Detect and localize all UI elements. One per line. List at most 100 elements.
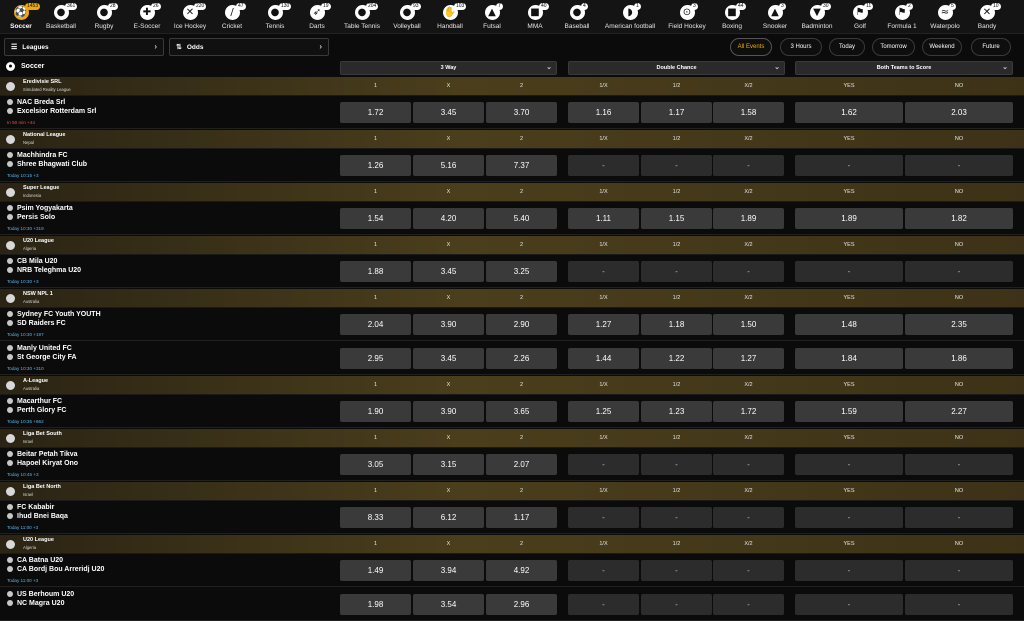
- sport-tab-e-soccer[interactable]: ✚ 26 E-Soccer: [126, 0, 168, 34]
- sport-tab-boxing[interactable]: ■ 44 Boxing: [711, 0, 753, 34]
- odds-button-x[interactable]: 3.94: [413, 560, 484, 581]
- odds-button-no[interactable]: -: [905, 454, 1013, 475]
- odds-button-yes[interactable]: 1.62: [795, 102, 903, 123]
- odds-button-1[interactable]: 2.04: [340, 314, 411, 335]
- odds-button-x[interactable]: 3.90: [413, 401, 484, 422]
- odds-button-1-x[interactable]: 1.11: [568, 208, 639, 229]
- sport-tab-bandy[interactable]: ✕ 10 Bandy: [966, 0, 1008, 34]
- market-select-both-teams-to-score[interactable]: Both Teams to Score ⌄: [795, 61, 1013, 75]
- odds-button-x-2[interactable]: -: [713, 560, 784, 581]
- time-filter-tomorrow[interactable]: Tomorrow: [872, 38, 915, 56]
- odds-button-2[interactable]: 2.90: [486, 314, 557, 335]
- sport-tab-rugby[interactable]: ● 28 Rugby: [83, 0, 125, 34]
- market-select-3-way[interactable]: 3 Way ⌄: [340, 61, 557, 75]
- odds-button-2[interactable]: 2.26: [486, 348, 557, 369]
- odds-button-1-2[interactable]: -: [641, 560, 712, 581]
- odds-button-x-2[interactable]: 1.27: [713, 348, 784, 369]
- odds-button-1-2[interactable]: -: [641, 155, 712, 176]
- odds-button-1-2[interactable]: 1.18: [641, 314, 712, 335]
- odds-button-1[interactable]: 1.49: [340, 560, 411, 581]
- odds-button-2[interactable]: 3.65: [486, 401, 557, 422]
- sport-tab-field-hockey[interactable]: ⊙ 3 Field Hockey: [666, 0, 708, 34]
- odds-button-1-x[interactable]: 1.44: [568, 348, 639, 369]
- odds-button-yes[interactable]: -: [795, 507, 903, 528]
- odds-button-2[interactable]: 5.40: [486, 208, 557, 229]
- sport-tab-mma[interactable]: ■ 40 MMA: [514, 0, 556, 34]
- odds-button-1[interactable]: 2.95: [340, 348, 411, 369]
- odds-button-1[interactable]: 3.05: [340, 454, 411, 475]
- odds-button-x-2[interactable]: -: [713, 155, 784, 176]
- time-filter-today[interactable]: Today: [829, 38, 865, 56]
- odds-button-1-2[interactable]: 1.17: [641, 102, 712, 123]
- odds-button-1-2[interactable]: 1.23: [641, 401, 712, 422]
- sport-tab-american-football[interactable]: ◗ 1 American football: [605, 0, 655, 34]
- odds-button-yes[interactable]: -: [795, 155, 903, 176]
- sport-tab-badminton[interactable]: ▼ 30 Badminton: [796, 0, 838, 34]
- odds-button-2[interactable]: 3.25: [486, 261, 557, 282]
- sport-tab-waterpolo[interactable]: ≈5 Waterpolo: [924, 0, 966, 34]
- odds-button-x[interactable]: 3.45: [413, 102, 484, 123]
- odds-button-1-x[interactable]: -: [568, 507, 639, 528]
- time-filter-future[interactable]: Future: [971, 38, 1011, 56]
- odds-button-x[interactable]: 3.45: [413, 348, 484, 369]
- odds-button-1-x[interactable]: -: [568, 454, 639, 475]
- odds-button-x-2[interactable]: -: [713, 507, 784, 528]
- odds-button-x[interactable]: 6.12: [413, 507, 484, 528]
- odds-button-1[interactable]: 1.26: [340, 155, 411, 176]
- odds-button-1-x[interactable]: -: [568, 155, 639, 176]
- odds-button-1-x[interactable]: -: [568, 560, 639, 581]
- odds-button-1[interactable]: 1.90: [340, 401, 411, 422]
- time-filter-all-events[interactable]: All Events: [730, 38, 772, 56]
- sport-tab-volleyball[interactable]: ● 93 Volleyball: [386, 0, 428, 34]
- sport-tab-basketball[interactable]: ● 361 Basketball: [40, 0, 82, 34]
- sport-tab-darts[interactable]: ➶ 19 Darts: [296, 0, 338, 34]
- odds-button-1-x[interactable]: 1.16: [568, 102, 639, 123]
- odds-button-1-x[interactable]: -: [568, 261, 639, 282]
- odds-button-1[interactable]: 1.72: [340, 102, 411, 123]
- odds-button-yes[interactable]: -: [795, 261, 903, 282]
- odds-button-yes[interactable]: 1.48: [795, 314, 903, 335]
- odds-button-no[interactable]: 2.35: [905, 314, 1013, 335]
- odds-button-1-2[interactable]: -: [641, 454, 712, 475]
- odds-button-2[interactable]: 2.07: [486, 454, 557, 475]
- odds-button-2[interactable]: 4.92: [486, 560, 557, 581]
- odds-button-no[interactable]: -: [905, 261, 1013, 282]
- odds-button-1-2[interactable]: -: [641, 507, 712, 528]
- odds-button-yes[interactable]: 1.89: [795, 208, 903, 229]
- odds-button-yes[interactable]: 1.59: [795, 401, 903, 422]
- sport-tab-soccer[interactable]: ⚽ 1453 Soccer: [0, 0, 42, 34]
- odds-button-x-2[interactable]: 1.72: [713, 401, 784, 422]
- odds-button-no[interactable]: 2.27: [905, 401, 1013, 422]
- sport-tab-ice-hockey[interactable]: ✕ 220 Ice Hockey: [169, 0, 211, 34]
- odds-button-1-2[interactable]: -: [641, 261, 712, 282]
- odds-button-x-2[interactable]: 1.58: [713, 102, 784, 123]
- odds-dropdown[interactable]: ⇅ Odds ›: [169, 38, 329, 56]
- odds-button-x-2[interactable]: -: [713, 261, 784, 282]
- odds-button-1-2[interactable]: 1.22: [641, 348, 712, 369]
- time-filter-3-hours[interactable]: 3 Hours: [780, 38, 822, 56]
- sport-tab-tennis[interactable]: ● 130 Tennis: [254, 0, 296, 34]
- odds-button-x[interactable]: 5.16: [413, 155, 484, 176]
- odds-button-1-2[interactable]: 1.15: [641, 208, 712, 229]
- leagues-dropdown[interactable]: ☰ Leagues ›: [4, 38, 164, 56]
- odds-button-1-x[interactable]: 1.27: [568, 314, 639, 335]
- odds-button-1[interactable]: 8.33: [340, 507, 411, 528]
- market-select-double-chance[interactable]: Double Chance ⌄: [568, 61, 785, 75]
- sport-tab-cricket[interactable]: /47 Cricket: [211, 0, 253, 34]
- odds-button-1[interactable]: 1.54: [340, 208, 411, 229]
- time-filter-weekend[interactable]: Weekend: [922, 38, 962, 56]
- odds-button-x-2[interactable]: -: [713, 454, 784, 475]
- odds-button-no[interactable]: -: [905, 155, 1013, 176]
- odds-button-no[interactable]: 1.86: [905, 348, 1013, 369]
- odds-button-x[interactable]: 3.15: [413, 454, 484, 475]
- odds-button-1[interactable]: 1.88: [340, 261, 411, 282]
- sport-tab-handball[interactable]: ✋ 103 Handball: [429, 0, 471, 34]
- odds-button-x[interactable]: 3.90: [413, 314, 484, 335]
- odds-button-1-x[interactable]: 1.25: [568, 401, 639, 422]
- odds-button-x[interactable]: 3.45: [413, 261, 484, 282]
- odds-button-x-2[interactable]: 1.89: [713, 208, 784, 229]
- odds-button-no[interactable]: -: [905, 560, 1013, 581]
- odds-button-2[interactable]: 1.17: [486, 507, 557, 528]
- odds-button-2[interactable]: 3.70: [486, 102, 557, 123]
- sport-tab-table-tennis[interactable]: ● 204 Table Tennis: [341, 0, 383, 34]
